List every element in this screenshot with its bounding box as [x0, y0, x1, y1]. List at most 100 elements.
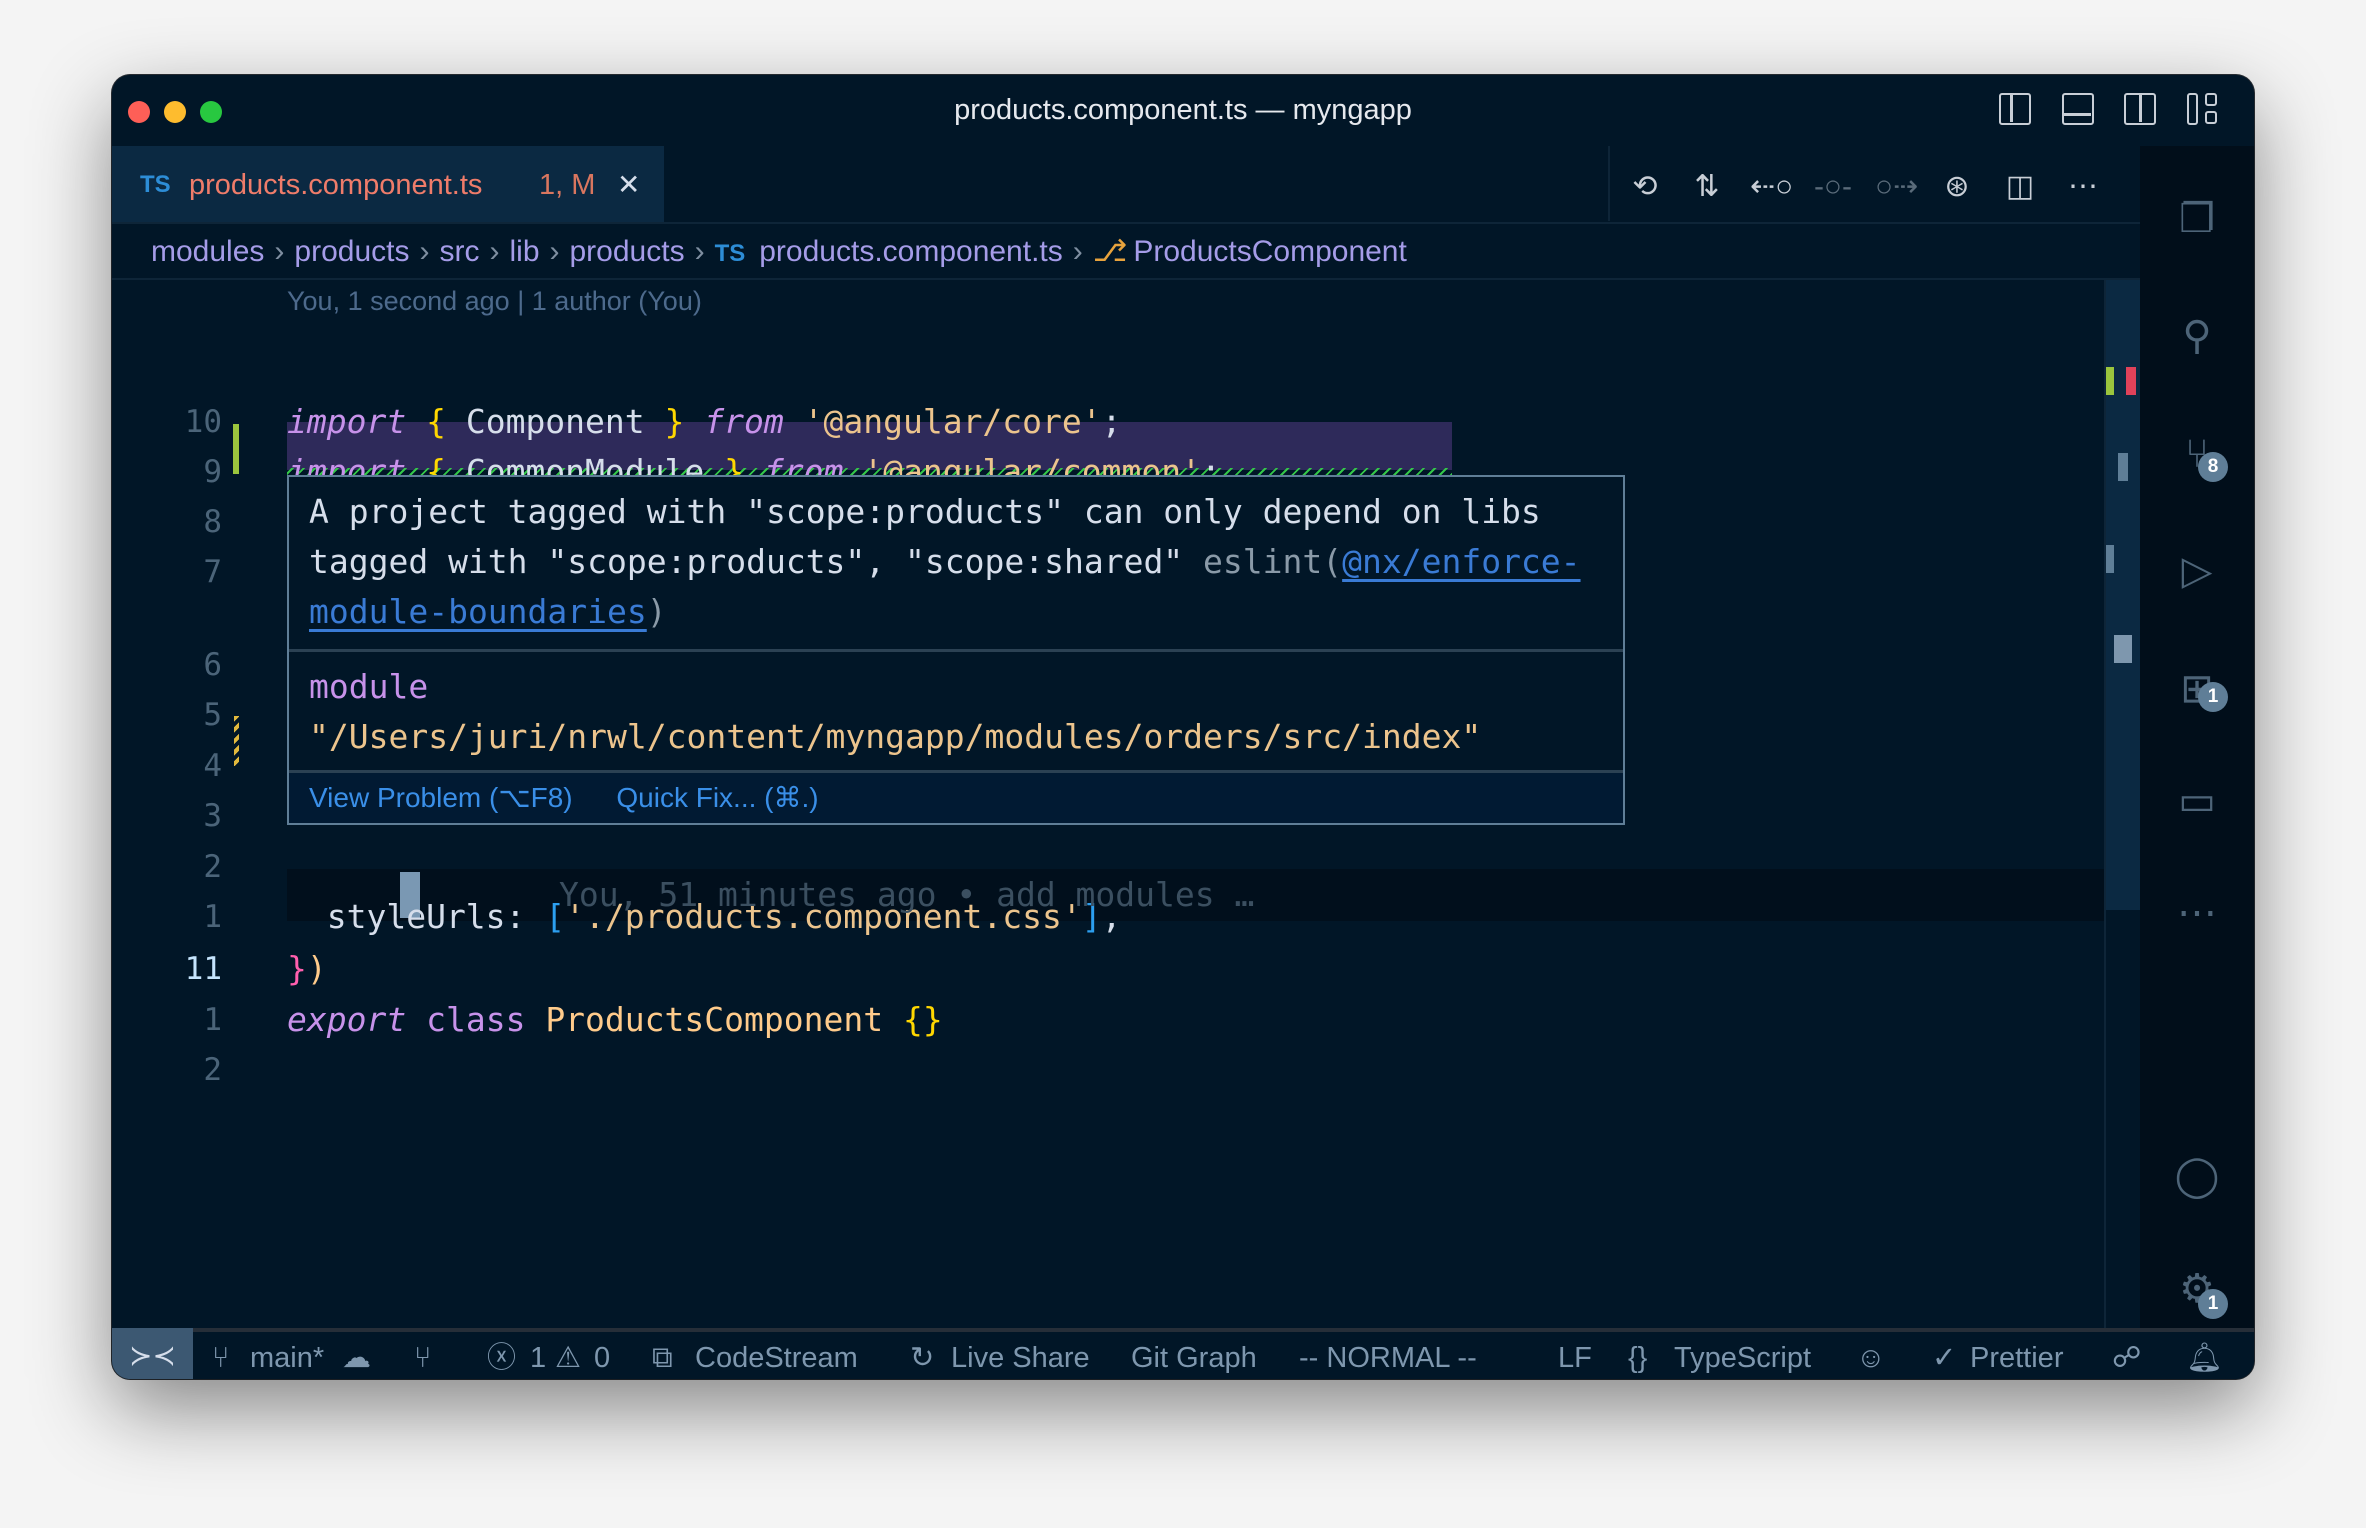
feedback-icon[interactable]: ☍ [2112, 1340, 2141, 1376]
line-number: 5 [203, 697, 222, 733]
breadcrumb-divider [112, 278, 2140, 280]
ruler-marker [2114, 635, 2132, 663]
code-line: }) [287, 944, 327, 994]
line-number: 4 [203, 748, 222, 784]
split-editor-icon[interactable]: ◫ [2000, 167, 2040, 207]
view-problem-link[interactable]: View Problem (⌥F8) [309, 782, 573, 813]
extensions-badge: 1 [2198, 682, 2228, 712]
eol-selector[interactable]: LF [1558, 1340, 1592, 1376]
module-path: "/Users/juri/nrwl/content/myngapp/module… [309, 717, 1482, 756]
warning-count[interactable]: 0 [594, 1340, 610, 1376]
code-token: '@angular/core' [803, 402, 1102, 441]
line-number: 9 [203, 454, 222, 490]
search-icon[interactable]: ⚲ [2172, 311, 2222, 361]
branch-indicator[interactable]: main* [250, 1340, 324, 1376]
code-token: } [287, 949, 307, 988]
line-number: 2 [203, 1052, 222, 1088]
status-bar: ≻≺ ⑂ main* ☁ ⑂ ⓧ 1 ⚠ 0 ⧉ CodeStream ↻ Li… [112, 1328, 2254, 1379]
next-change-icon[interactable]: ○⇢ [1875, 167, 1918, 207]
breadcrumb-item[interactable]: lib [509, 235, 539, 268]
breadcrumb-item[interactable]: modules [151, 235, 264, 268]
line-number: 6 [203, 647, 222, 683]
toggle-panel-icon[interactable] [2062, 93, 2094, 125]
line-number: 1 [203, 1002, 222, 1038]
remote-indicator-icon[interactable]: ≻≺ [112, 1328, 193, 1379]
breadcrumb-item[interactable]: src [439, 235, 479, 268]
live-share-button[interactable]: Live Share [951, 1340, 1090, 1376]
language-mode[interactable]: TypeScript [1674, 1340, 1811, 1376]
compare-changes-icon[interactable]: ⇅ [1687, 167, 1727, 207]
source-control-badge: 8 [2198, 452, 2228, 482]
code-line: export class ProductsComponent {} [287, 995, 943, 1045]
git-commit-icon[interactable]: -○- [1813, 167, 1853, 207]
class-symbol-icon: ⎇ [1092, 235, 1128, 268]
error-count[interactable]: 1 [530, 1340, 546, 1376]
codestream-icon: ⧉ [652, 1342, 673, 1374]
chevron-right-icon: › [1072, 235, 1083, 268]
breadcrumb-symbol[interactable]: ProductsComponent [1133, 235, 1407, 268]
tab-status: 1, M [539, 169, 596, 201]
line-number: 1 [203, 899, 222, 935]
more-views-icon[interactable]: ⋯ [2172, 888, 2222, 938]
previous-change-icon[interactable]: ⇠○ [1750, 167, 1793, 207]
customize-layout-icon[interactable] [2187, 93, 2221, 125]
git-graph-button[interactable]: Git Graph [1131, 1340, 1257, 1376]
hover-source: eslint( [1203, 542, 1343, 581]
rule-link[interactable]: @nx/enforce- [1342, 542, 1580, 581]
breadcrumb-item[interactable]: products [294, 235, 409, 268]
breadcrumb-file[interactable]: products.component.ts [759, 235, 1063, 268]
gutter-modified-marker [234, 716, 239, 766]
hover-module-info: module "/Users/juri/nrwl/content/myngapp… [289, 662, 1623, 762]
line-number: 3 [203, 798, 222, 834]
editor-window: products.component.ts — myngapp TS produ… [112, 75, 2254, 1379]
notifications-bell-icon[interactable]: 🔔︎ [2186, 1340, 2223, 1376]
error-icon[interactable]: ⓧ [487, 1340, 516, 1376]
typescript-icon: TS [140, 171, 171, 198]
rule-link[interactable]: module-boundaries [309, 592, 647, 631]
chevron-right-icon: › [549, 235, 560, 268]
toggle-secondary-sidebar-icon[interactable] [2124, 93, 2156, 125]
codelens-authors[interactable]: You, 1 second ago | 1 author (You) [287, 283, 702, 319]
sync-cloud-icon[interactable]: ☁ [342, 1340, 371, 1376]
codestream-button[interactable]: CodeStream [695, 1340, 858, 1376]
code-token: class [426, 1000, 526, 1039]
chevron-right-icon: › [274, 235, 285, 268]
ruler-marker [2118, 453, 2128, 481]
breadcrumb-item[interactable]: products [570, 235, 685, 268]
code-token: { [426, 402, 446, 441]
close-tab-icon[interactable]: ✕ [617, 167, 640, 203]
warning-icon[interactable]: ⚠ [555, 1340, 581, 1376]
gutter-added-marker [233, 424, 239, 474]
typescript-icon: TS [714, 240, 746, 267]
toggle-primary-sidebar-icon[interactable] [1999, 93, 2031, 125]
code-token: import [287, 402, 407, 441]
code-token: from [704, 402, 784, 441]
module-keyword: module [309, 667, 429, 706]
run-debug-icon[interactable]: ▷ [2172, 546, 2222, 596]
timeline-history-icon[interactable]: ⟲ [1625, 167, 1665, 207]
settings-badge: 1 [2198, 1289, 2228, 1319]
more-actions-icon[interactable]: ⋯ [2063, 167, 2103, 207]
chevron-right-icon: › [489, 235, 500, 268]
code-token: styleUrls: [287, 897, 546, 936]
prettier-button[interactable]: Prettier [1970, 1340, 2063, 1376]
hover-message-line: A project tagged with "scope:products" c… [309, 492, 1541, 531]
ruler-marker [2106, 545, 2114, 573]
git-graph-icon[interactable]: ⊛ [1937, 167, 1977, 207]
remote-explorer-icon[interactable]: ▭ [2172, 776, 2222, 826]
chevron-right-icon: › [419, 235, 430, 268]
accounts-icon[interactable]: ◯ [2172, 1151, 2222, 1201]
tab-products-component[interactable]: TS products.component.ts 1, M ✕ [112, 146, 664, 223]
quick-fix-link[interactable]: Quick Fix... (⌘.) [616, 782, 818, 813]
activity-bar: ❐ ⚲ ⑂ 8 ▷ ⊞ 1 ▭ ⋯ ◯ ⚙ 1 [2140, 146, 2254, 1328]
git-compare-icon[interactable]: ⑂ [414, 1340, 431, 1376]
code-token: Component [445, 402, 665, 441]
copilot-icon[interactable]: ☺ [1856, 1340, 1886, 1376]
breadcrumb: modules › products › src › lib › products › TS prod… [151, 233, 1407, 273]
line-number: 8 [203, 504, 222, 540]
explorer-icon[interactable]: ❐ [2172, 194, 2222, 244]
code-token: {} [902, 1000, 943, 1039]
